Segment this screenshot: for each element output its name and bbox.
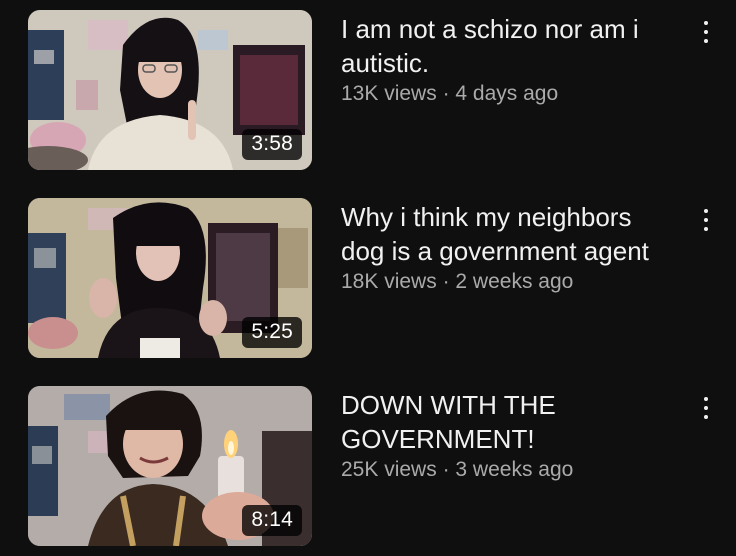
video-stats: 13K views · 4 days ago <box>341 80 681 108</box>
video-meta: DOWN WITH THE GOVERNMENT! 25K views · 3 … <box>341 388 681 484</box>
more-vert-icon[interactable] <box>692 16 720 48</box>
video-thumbnail[interactable]: 3:58 <box>28 10 312 170</box>
video-stats: 18K views · 2 weeks ago <box>341 268 681 296</box>
video-age: 4 days ago <box>455 82 559 105</box>
video-item-2[interactable]: 5:25 Why i think my neighbors dog is a g… <box>0 198 736 368</box>
video-views: 18K views <box>341 270 437 293</box>
more-vert-icon[interactable] <box>692 392 720 424</box>
stats-separator: · <box>442 458 450 481</box>
video-duration: 3:58 <box>242 129 302 160</box>
video-views: 13K views <box>341 82 437 105</box>
more-vert-icon[interactable] <box>692 204 720 236</box>
video-thumbnail[interactable]: 5:25 <box>28 198 312 358</box>
stats-separator: · <box>442 82 450 105</box>
video-meta: I am not a schizo nor am i autistic. 13K… <box>341 12 681 108</box>
video-stats: 25K views · 3 weeks ago <box>341 456 681 484</box>
video-thumbnail[interactable]: 8:14 <box>28 386 312 546</box>
video-views: 25K views <box>341 458 437 481</box>
video-age: 2 weeks ago <box>455 270 574 293</box>
video-age: 3 weeks ago <box>455 458 574 481</box>
video-title[interactable]: Why i think my neighbors dog is a govern… <box>341 200 681 268</box>
video-duration: 8:14 <box>242 505 302 536</box>
video-title[interactable]: I am not a schizo nor am i autistic. <box>341 12 681 80</box>
video-item-3[interactable]: 8:14 DOWN WITH THE GOVERNMENT! 25K views… <box>0 386 736 556</box>
video-item-1[interactable]: 3:58 I am not a schizo nor am i autistic… <box>0 10 736 180</box>
video-duration: 5:25 <box>242 317 302 348</box>
video-title[interactable]: DOWN WITH THE GOVERNMENT! <box>341 388 681 456</box>
video-meta: Why i think my neighbors dog is a govern… <box>341 200 681 296</box>
stats-separator: · <box>442 270 450 293</box>
